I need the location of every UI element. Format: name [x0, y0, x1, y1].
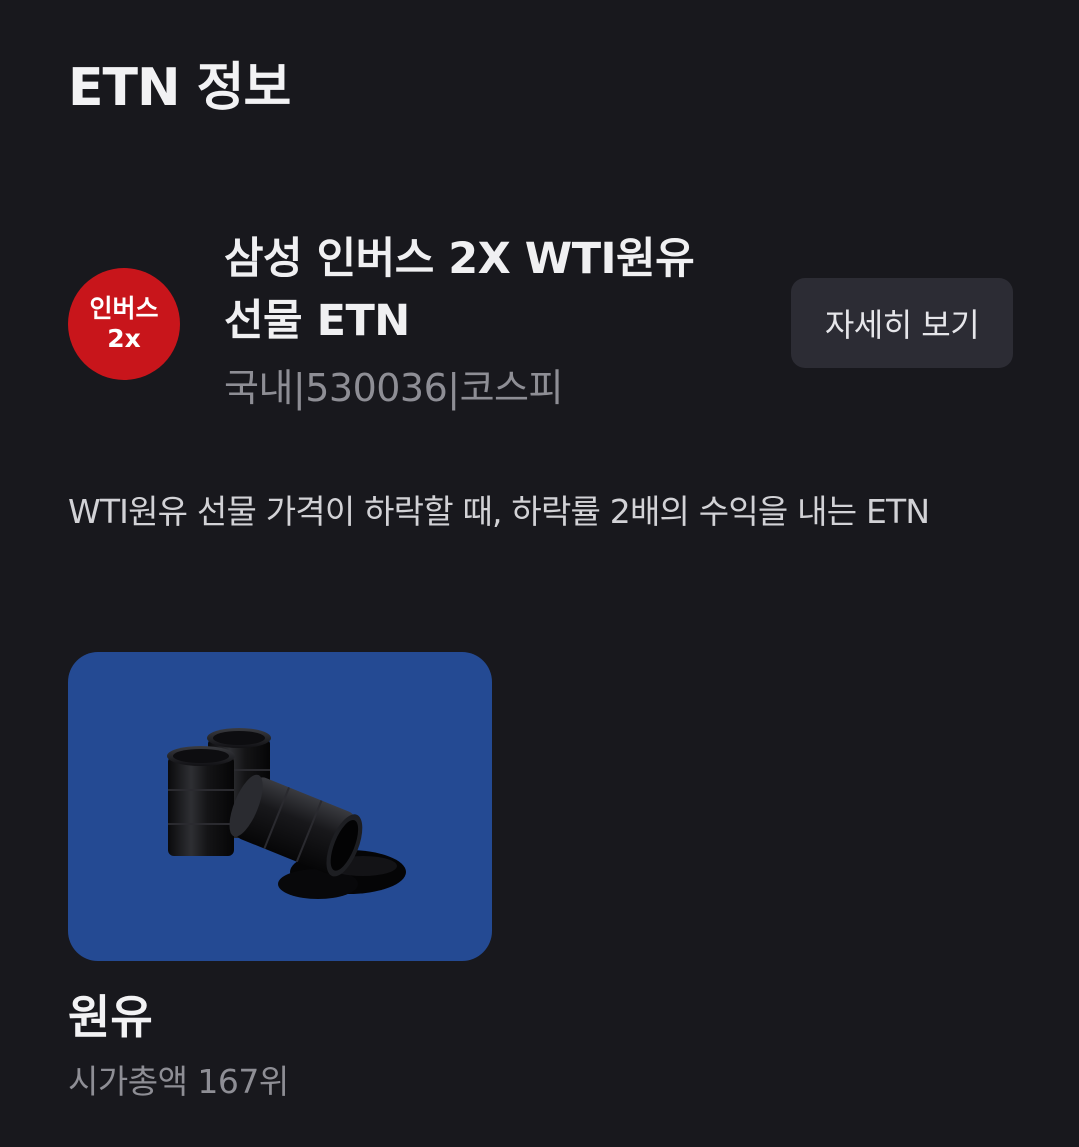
badge-label-bottom: 2x	[107, 324, 141, 353]
oil-barrels-icon	[167, 728, 406, 899]
category-card[interactable]	[68, 652, 492, 961]
section-title: ETN 정보	[68, 58, 291, 118]
product-name-line1: 삼성 인버스 2X WTI원유	[224, 234, 695, 284]
inverse-badge-icon: 인버스 2x	[68, 268, 180, 380]
view-details-button[interactable]: 자세히 보기	[791, 278, 1013, 368]
category-title: 원유	[68, 990, 153, 1044]
market-cap-rank: 시가총액 167위	[68, 1062, 289, 1101]
product-description: WTI원유 선물 가격이 하락할 때, 하락률 2배의 수익을 내는 ETN	[68, 492, 930, 531]
product-meta: 국내|530036|코스피	[224, 366, 563, 410]
product-name: 삼성 인버스 2X WTI원유 선물 ETN	[224, 228, 744, 352]
product-name-line2: 선물 ETN	[224, 296, 410, 346]
badge-label-top: 인버스	[89, 294, 159, 323]
